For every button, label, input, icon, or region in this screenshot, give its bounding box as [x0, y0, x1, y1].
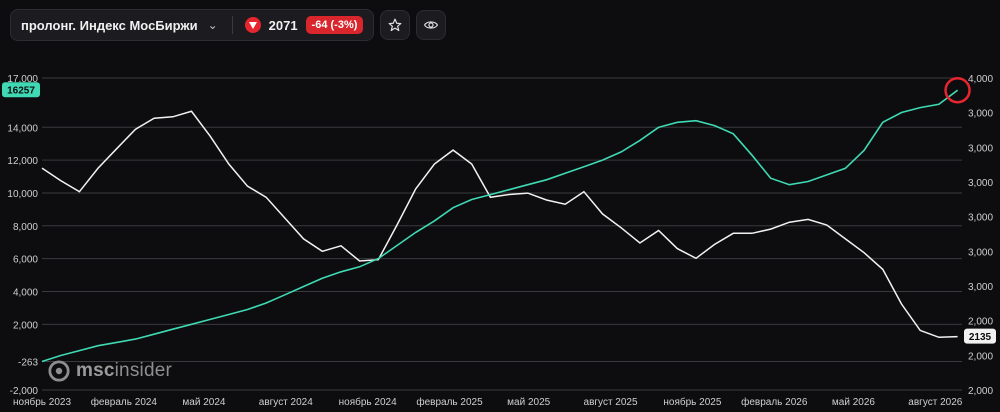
right-tick-label: 3,000 — [968, 213, 993, 224]
left-tick-label: 4,000 — [13, 287, 38, 298]
right-current-value-tag: 2135 — [964, 328, 996, 344]
right-tick-label: 3,000 — [968, 143, 993, 154]
brand-name: mscinsider — [76, 360, 173, 381]
right-tick-label: 4,000 — [968, 74, 993, 85]
right-tick-label: 2,000 — [968, 351, 993, 362]
x-tick-label: август 2024 — [259, 397, 313, 408]
grid-lines — [42, 77, 962, 391]
x-tick-label: февраль 2024 — [91, 396, 158, 408]
right-tick-label: 3,000 — [968, 282, 993, 293]
left-tick-label: 8,000 — [13, 222, 38, 233]
left-tick-label: -2,000 — [10, 386, 39, 397]
brand-watermark: mscinsider — [48, 360, 172, 382]
x-tick-label: май 2026 — [832, 397, 875, 408]
left-current-value-tag: 16257 — [2, 82, 40, 98]
left-tick-label: -263 — [18, 357, 38, 368]
right-tick-label: 2,000 — [968, 317, 993, 328]
right-current-value: 2135 — [969, 332, 992, 343]
x-tick-label: ноябрь 2025 — [663, 396, 721, 408]
left-tick-label: 14,000 — [7, 123, 38, 134]
left-tick-label: 10,000 — [7, 189, 38, 200]
left-tick-label: 6,000 — [13, 255, 38, 266]
right-tick-label: 3,000 — [968, 109, 993, 120]
left-tick-label: 12,000 — [7, 156, 38, 167]
left-tick-label: 2,000 — [13, 320, 38, 331]
x-tick-label: ноябрь 2023 — [13, 396, 71, 408]
x-tick-label: май 2025 — [507, 397, 550, 408]
right-tick-label: 3,000 — [968, 247, 993, 258]
right-tick-label: 3,000 — [968, 178, 993, 189]
right-tick-label: 2,000 — [968, 386, 993, 397]
left-current-value: 16257 — [7, 86, 35, 97]
right-axis-ticks: 4,000 3,000 3,000 3,000 3,000 3,000 3,000 2,000… — [968, 74, 993, 397]
price-chart[interactable]: 17,00014,00012,00010,0008,0006,0004,0002… — [0, 0, 1000, 412]
left-axis-ticks: 17,00014,00012,00010,0008,0006,0004,0002… — [7, 74, 38, 397]
x-tick-label: август 2025 — [584, 397, 638, 408]
x-tick-label: август 2026 — [908, 397, 962, 408]
x-tick-label: февраль 2025 — [416, 396, 483, 408]
x-tick-label: ноябрь 2024 — [339, 396, 397, 408]
x-tick-label: май 2024 — [182, 397, 225, 408]
x-tick-label: февраль 2026 — [741, 396, 808, 408]
series-line-index — [41, 110, 958, 339]
brand-logo-icon — [48, 360, 70, 382]
x-axis-ticks: ноябрь 2023 февраль 2024 май 2024 август 20… — [13, 396, 963, 408]
